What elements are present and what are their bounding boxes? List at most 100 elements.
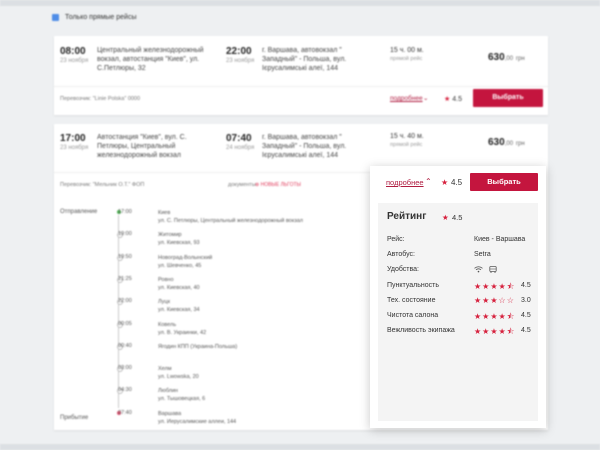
bus-label: Автобус: bbox=[387, 251, 415, 258]
star-icon: ★ bbox=[490, 312, 499, 321]
amenities-icons bbox=[474, 266, 501, 275]
score-row: Вежливость экипажа ★★★★⯪ 4.5 bbox=[387, 327, 537, 339]
trip2-sticker: ⊕ НОВЫЕ ЛЬГОТЫ bbox=[255, 182, 301, 188]
route-stop: Отправление 17:00 Киев ул. С. Петлюры, Цент… bbox=[60, 209, 320, 229]
score-stars: ★★★☆☆ bbox=[474, 296, 515, 305]
star-icon: ★ bbox=[442, 213, 449, 222]
stop-name: Новоград-Волынский ул. Шевченко, 45 bbox=[158, 254, 213, 269]
trip1-duration: 15 ч. 00 м. прямой рейс bbox=[390, 47, 424, 62]
amenities-row: Удобства: bbox=[387, 266, 537, 278]
top-bar bbox=[0, 0, 600, 6]
route-stop: 19:50 Новоград-Волынский ул. Шевченко, 45 bbox=[60, 254, 320, 274]
stop-time: 00:05 bbox=[118, 320, 132, 327]
star-icon: ★ bbox=[498, 312, 507, 321]
star-icon: ★ bbox=[474, 312, 483, 321]
score-value: 4.5 bbox=[521, 282, 531, 289]
chevron-up-icon[interactable]: ⌃ bbox=[425, 177, 432, 186]
trip1-dep-time: 08:00 bbox=[60, 46, 86, 57]
direct-only-label: Только прямые рейсы bbox=[65, 14, 137, 21]
rating-title: Рейтинг bbox=[387, 211, 427, 222]
star-icon: ⯪ bbox=[506, 327, 516, 336]
amenities-label: Удобства: bbox=[387, 266, 419, 273]
trip1-rating: ★ 4.5 bbox=[444, 96, 462, 103]
trip1-carrier: Перевозчик: "Linie Polska" 0000 bbox=[60, 96, 141, 102]
star-icon: ★ bbox=[490, 296, 499, 305]
trip2-dep-station-3: железнодорожный вокзал bbox=[97, 152, 181, 159]
star-icon: ★ bbox=[498, 282, 507, 291]
star-icon: ☆ bbox=[498, 296, 507, 305]
trip1-dep-date: 23 ноября bbox=[60, 58, 89, 64]
bottom-bar bbox=[0, 444, 600, 450]
trip1-more-link[interactable]: подробнее bbox=[390, 95, 423, 102]
score-row: Чистота салона ★★★★⯪ 4.5 bbox=[387, 312, 537, 324]
star-icon: ★ bbox=[444, 96, 451, 103]
direct-only-filter[interactable]: Только прямые рейсы bbox=[52, 14, 136, 21]
trip2-arr-station-1: г. Варшава, автовокзал " bbox=[262, 134, 342, 141]
trip1-arr-time: 22:00 bbox=[226, 46, 252, 57]
score-label: Тех. состояние bbox=[387, 297, 436, 304]
trip2-dep-station-2: Петлюры, Центральный bbox=[97, 143, 176, 150]
popup-more-link[interactable]: подробнее bbox=[386, 178, 424, 187]
rating-panel: Рейтинг ★ 4.5 Рейс: Киев - Варшава Автоб… bbox=[378, 203, 538, 421]
stop-name: Хелм ул. Lwowska, 20 bbox=[158, 366, 199, 381]
trip1-arr-station-2: Западный" - Польша, вул. bbox=[262, 56, 347, 63]
stop-time: 19:50 bbox=[118, 253, 132, 260]
stop-name: Ковель ул. В. Украинки, 42 bbox=[158, 321, 207, 336]
star-icon: ☆ bbox=[506, 296, 515, 305]
popup-select-button[interactable]: Выбрать bbox=[470, 173, 538, 191]
stop-time: 04:30 bbox=[118, 387, 132, 394]
stop-time: 00:40 bbox=[118, 342, 132, 349]
trip1-arr-station-3: Ієрусалимські алеї, 144 bbox=[262, 65, 339, 72]
route-stop: 00:40 Ягодин КПП (Украина-Польша) bbox=[60, 343, 320, 363]
stop-time: 22:00 bbox=[118, 298, 132, 305]
score-label: Чистота салона bbox=[387, 312, 439, 319]
route-stop: 19:00 Житомир ул. Киевская, 93 bbox=[60, 231, 320, 251]
trip2-docs[interactable]: документы bbox=[228, 182, 256, 188]
star-icon: ★ bbox=[490, 282, 499, 291]
stop-name: Луцк ул. Киевская, 34 bbox=[158, 299, 200, 314]
trip2-carrier: Перевозчик: "Мельник О.Т." ФОП bbox=[60, 182, 145, 188]
popup-rating: 4.5 bbox=[451, 178, 463, 187]
chevron-down-icon[interactable]: ⌄ bbox=[423, 94, 428, 102]
trip2-arr-date: 24 ноября bbox=[226, 145, 255, 151]
route-stop: 22:00 Луцк ул. Киевская, 34 bbox=[60, 298, 320, 318]
score-stars: ★★★★⯪ bbox=[474, 311, 515, 325]
star-icon: ★ bbox=[490, 327, 499, 336]
trip2-duration: 15 ч. 40 м. прямой рейс bbox=[390, 133, 424, 148]
trip-label: Рейс: bbox=[387, 236, 405, 243]
trip1-dep-station-2: вокзал, автостанция "Киев", ул. bbox=[97, 56, 200, 63]
trip1-dep-station-3: С.Петлюры, 32 bbox=[97, 65, 146, 72]
star-icon: ⯪ bbox=[506, 312, 516, 321]
stop-name: Ровно ул. Киевская, 40 bbox=[158, 276, 200, 291]
rating-popup: подробнее ⌃ ★ 4.5 Выбрать Рейтинг ★ 4.5 … bbox=[370, 166, 546, 428]
trip1-divider bbox=[54, 86, 548, 87]
score-row: Пунктуальность ★★★★⯪ 4.5 bbox=[387, 282, 537, 294]
route-stop: 04:30 Люблин ул. Тышовецкая, 6 bbox=[60, 387, 320, 407]
score-stars: ★★★★⯪ bbox=[474, 281, 515, 295]
stop-time: 21:25 bbox=[118, 275, 132, 282]
score-label: Вежливость экипажа bbox=[387, 327, 455, 334]
bus-value: Setra bbox=[474, 251, 491, 258]
trip1-select-button[interactable]: Выбрать bbox=[473, 89, 543, 107]
stop-name: Ягодин КПП (Украина-Польша) bbox=[158, 343, 238, 350]
stop-name: Киев ул. С. Петлюры, Центральный железнод… bbox=[158, 210, 303, 224]
trip1-arr-date: 23 ноября bbox=[226, 58, 255, 64]
score-value: 3.0 bbox=[521, 297, 531, 304]
stop-time: 17:00 bbox=[118, 209, 132, 215]
star-icon: ⯪ bbox=[506, 282, 516, 291]
route-stop: 00:05 Ковель ул. В. Украинки, 42 bbox=[60, 321, 320, 341]
trip2-divider bbox=[54, 172, 370, 173]
trip1-dep-station-1: Центральный железнодорожный bbox=[97, 47, 204, 54]
direct-only-checkbox[interactable] bbox=[52, 14, 59, 21]
trip2-price: 630,00 грн bbox=[488, 137, 525, 148]
trip-value: Киев - Варшава bbox=[474, 236, 526, 243]
stop-time: 19:00 bbox=[118, 231, 132, 238]
wifi-icon bbox=[474, 266, 483, 275]
stop-name: Варшава ул. Иерусалимские аллеи, 144 bbox=[158, 410, 237, 425]
trip2-arr-station-3: Ієрусалимські алеї, 144 bbox=[262, 152, 339, 159]
bus-row: Автобус: Setra bbox=[387, 251, 537, 263]
star-icon: ★ bbox=[474, 296, 483, 305]
rating-title-value: 4.5 bbox=[452, 213, 463, 222]
stop-name: Житомир ул. Киевская, 93 bbox=[158, 232, 200, 247]
star-icon: ★ bbox=[474, 282, 483, 291]
